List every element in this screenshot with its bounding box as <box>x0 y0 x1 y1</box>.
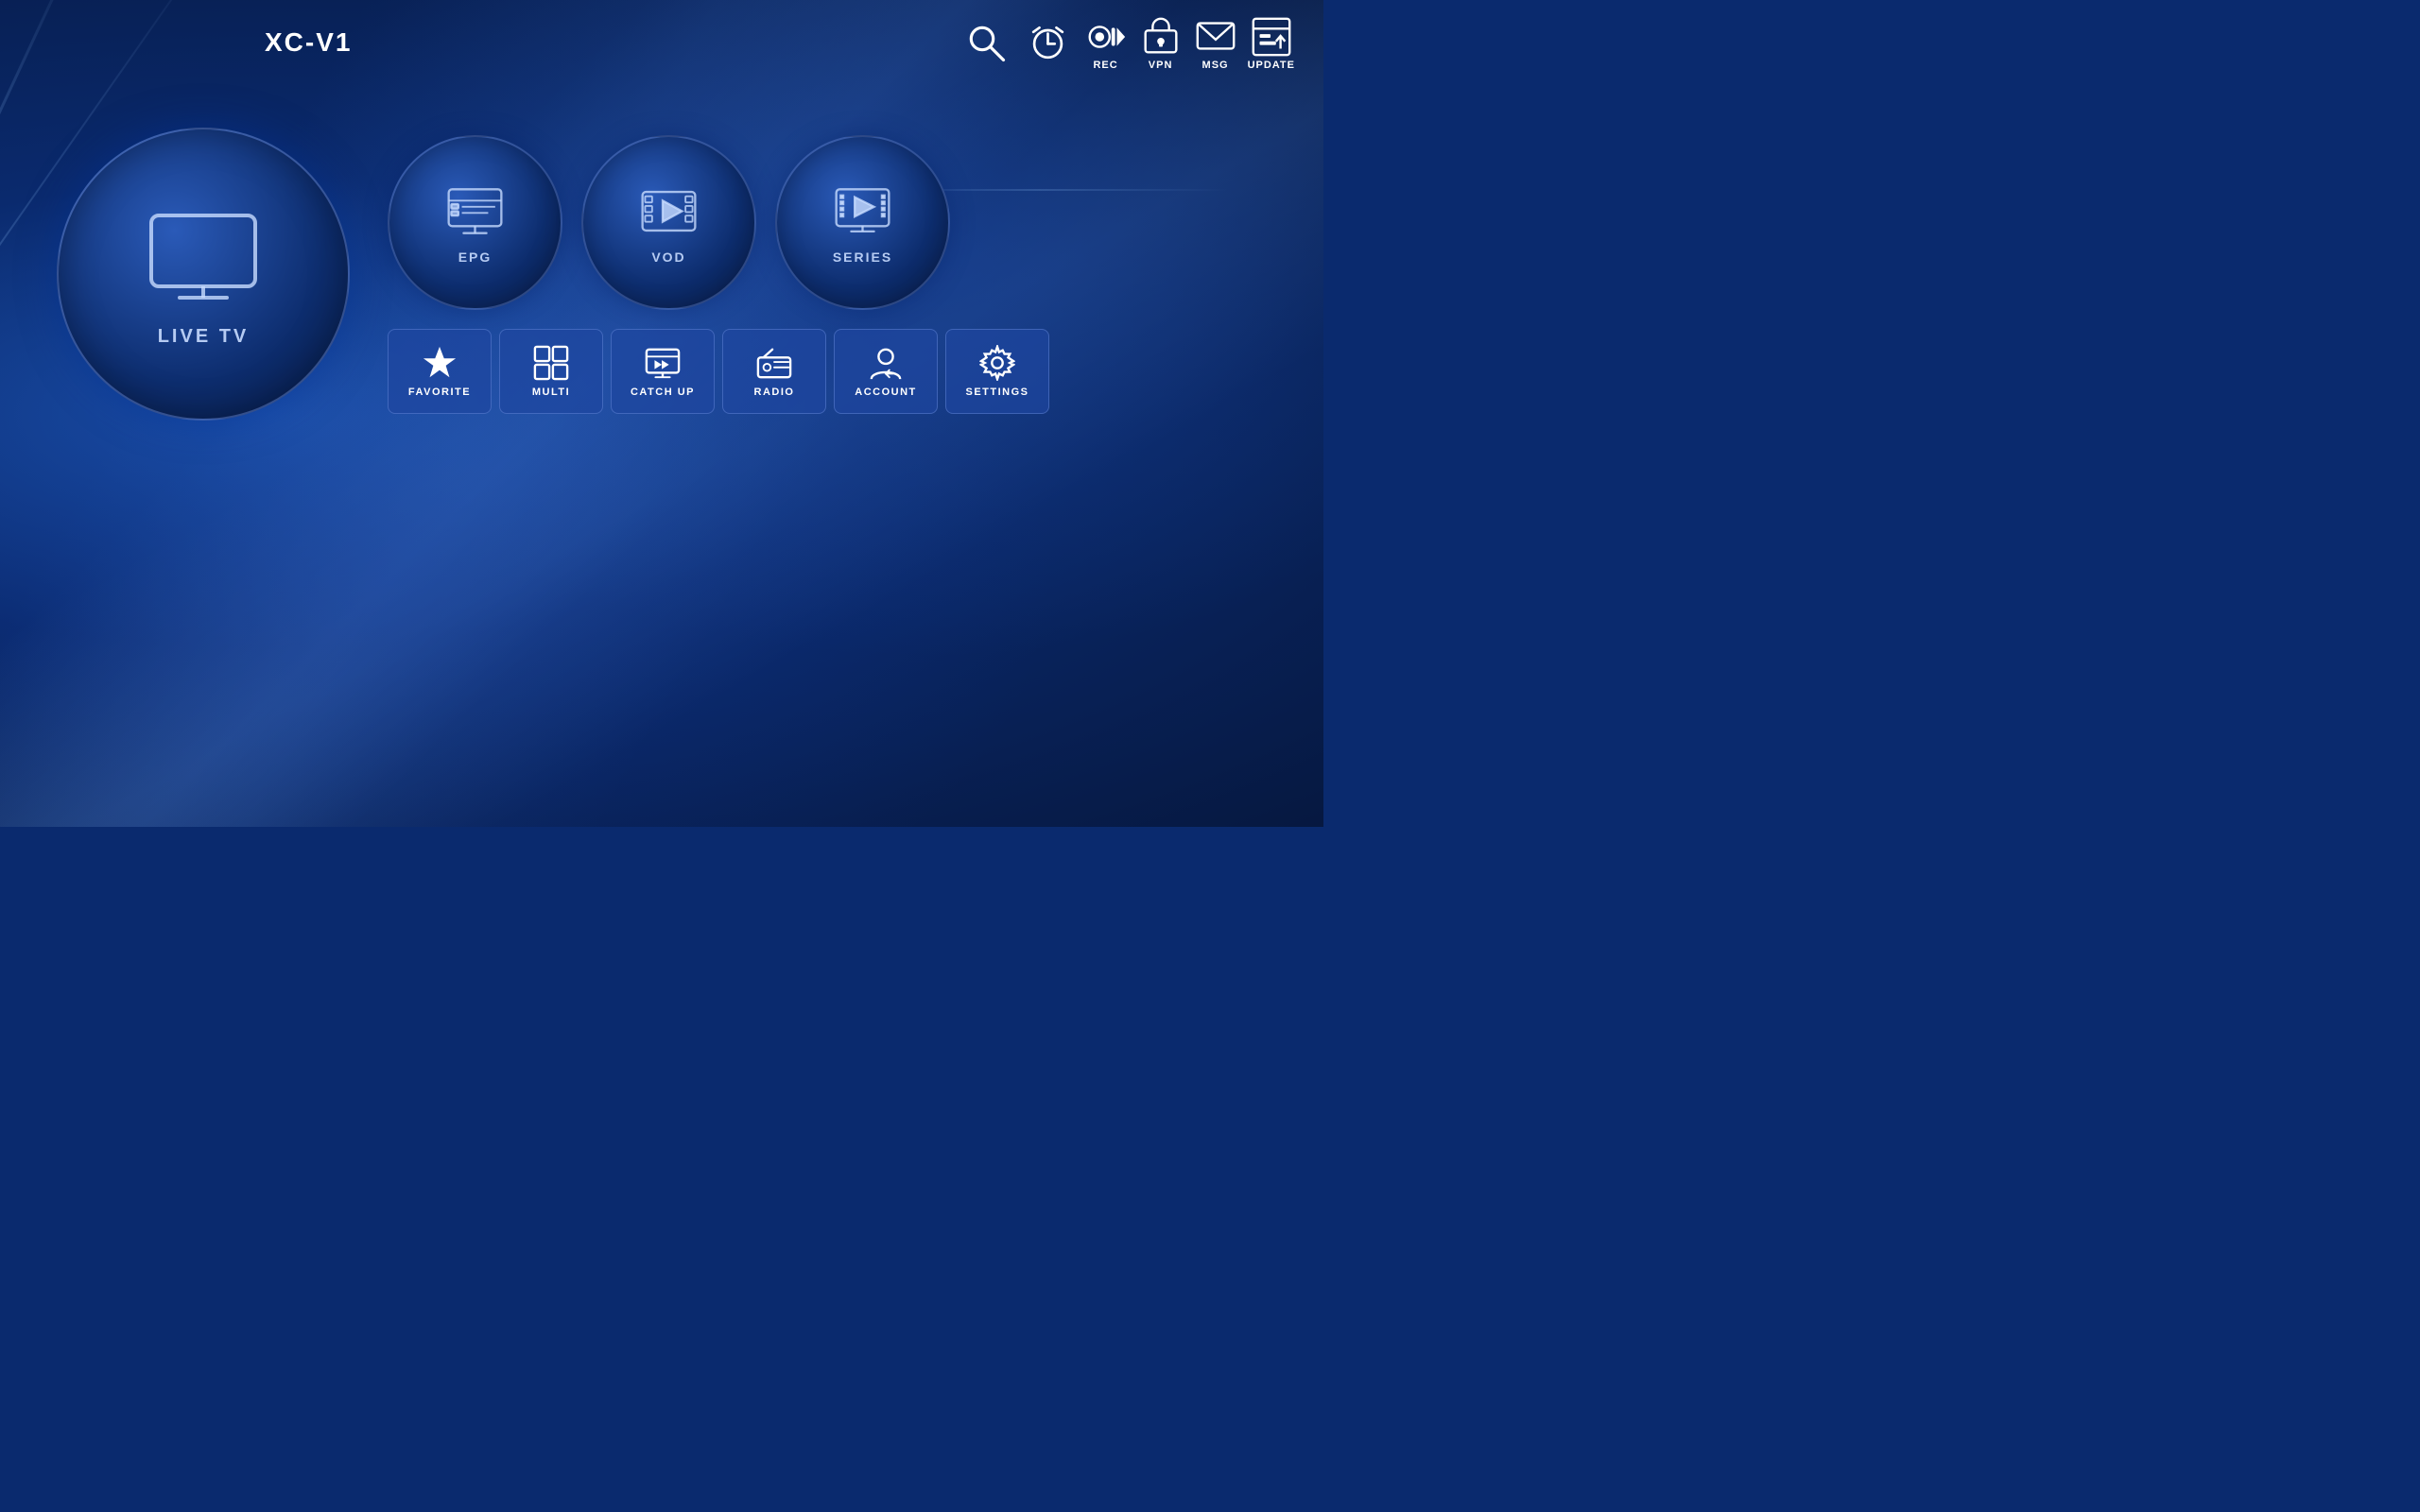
multi-label: MULTI <box>532 387 570 398</box>
alarm-icon[interactable] <box>1022 17 1074 69</box>
radio-button[interactable]: RADIO <box>722 329 826 414</box>
update-button[interactable]: UPDATE <box>1248 14 1295 71</box>
app-title: XC-V1 <box>265 27 352 58</box>
favorite-button[interactable]: FAVORITE <box>388 329 492 414</box>
toolbar: REC VPN MSG <box>960 14 1295 71</box>
msg-button[interactable]: MSG <box>1193 14 1238 71</box>
settings-button[interactable]: SETTINGS <box>945 329 1049 414</box>
search-icon[interactable] <box>960 17 1012 69</box>
msg-label: MSG <box>1202 60 1229 71</box>
series-button[interactable]: SERIES <box>775 135 950 310</box>
account-button[interactable]: ACCOUNT <box>834 329 938 414</box>
live-tv-button[interactable]: LIVE TV <box>57 128 350 421</box>
favorite-label: FAVORITE <box>408 387 471 398</box>
vod-button[interactable]: VOD <box>581 135 756 310</box>
live-tv-label: LIVE TV <box>158 326 250 348</box>
epg-button[interactable]: EPG <box>388 135 562 310</box>
main-content: LIVE TV <box>0 109 1323 439</box>
vpn-button[interactable]: VPN <box>1138 14 1184 71</box>
series-label: SERIES <box>833 249 892 265</box>
header: XC-V1 <box>0 0 1323 80</box>
vpn-label: VPN <box>1149 60 1173 71</box>
vod-label: VOD <box>651 249 685 265</box>
rec-label: REC <box>1093 60 1117 71</box>
settings-label: SETTINGS <box>965 387 1028 398</box>
update-label: UPDATE <box>1248 60 1295 71</box>
circles-row: EPG <box>388 135 1267 310</box>
multi-button[interactable]: MULTI <box>499 329 603 414</box>
rec-button[interactable]: REC <box>1083 14 1129 71</box>
radio-label: RADIO <box>754 387 795 398</box>
catchup-button[interactable]: CATCH UP <box>611 329 715 414</box>
catchup-label: CATCH UP <box>631 387 695 398</box>
epg-label: EPG <box>458 249 493 265</box>
buttons-row: FAVORITE MULTI <box>388 329 1267 414</box>
account-label: ACCOUNT <box>855 387 917 398</box>
right-section: EPG <box>388 135 1267 414</box>
